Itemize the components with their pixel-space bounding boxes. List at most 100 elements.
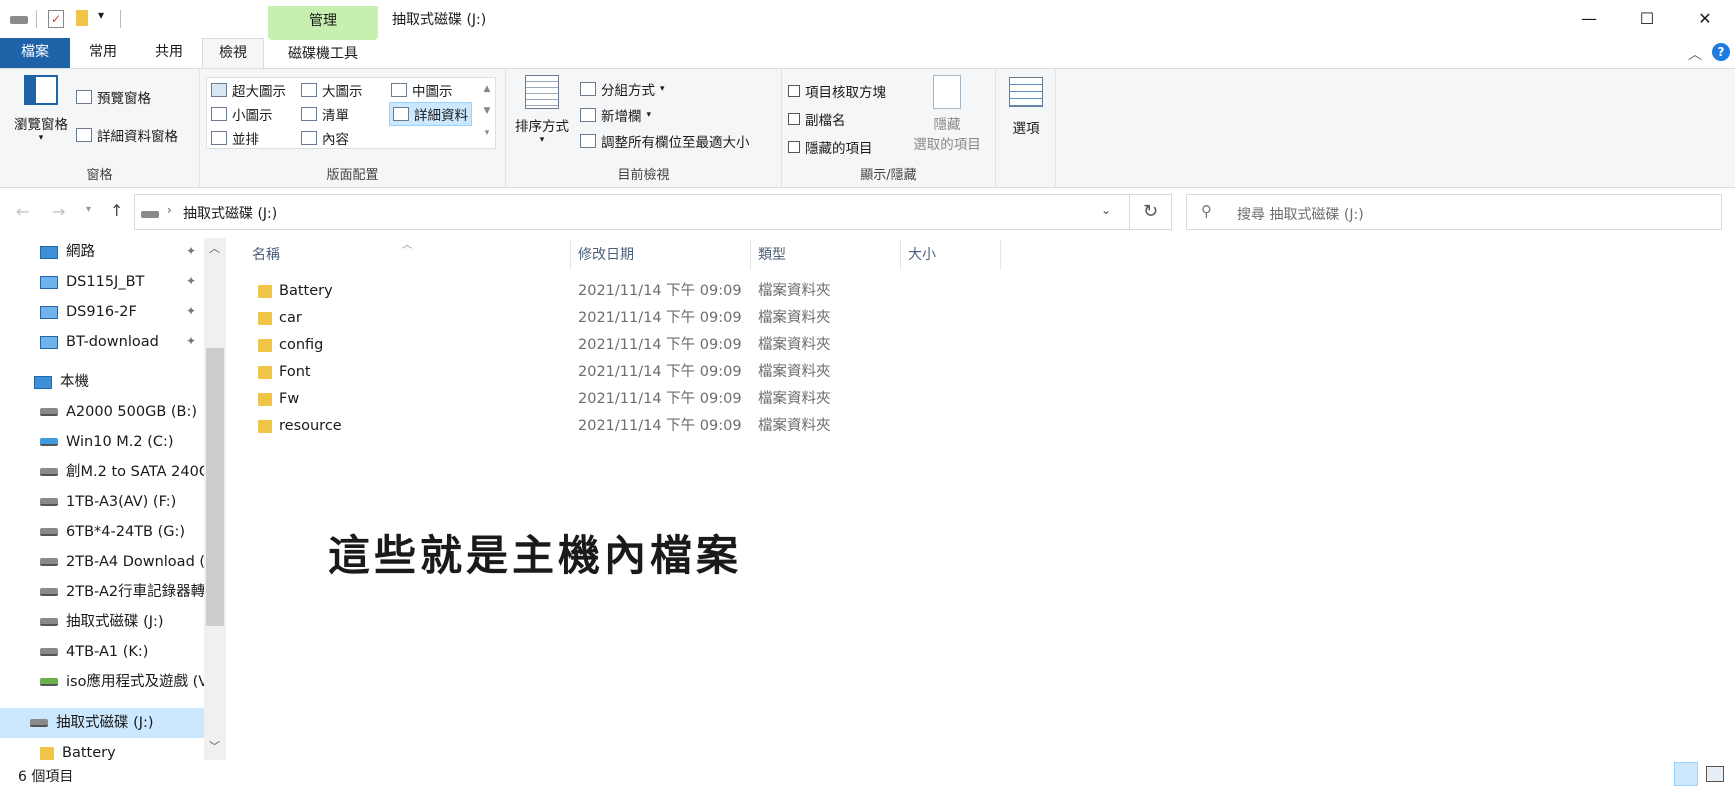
table-row[interactable]: Battery 2021/11/14 下午 09:09 檔案資料夾 [250,278,850,305]
nav-item-drive-j[interactable]: 抽取式磁碟 (J:) [40,608,164,636]
nav-item-drive-a2[interactable]: 2TB-A2行車記錄器轉 [40,578,205,606]
table-row[interactable]: resource 2021/11/14 下午 09:09 檔案資料夾 [250,413,850,440]
pin-icon[interactable]: ✦ [186,334,196,348]
nav-item-drive-c[interactable]: Win10 M.2 (C:) [40,428,174,456]
table-row[interactable]: Fw 2021/11/14 下午 09:09 檔案資料夾 [250,386,850,413]
folder-icon [258,393,272,406]
nav-item-drive-i[interactable]: 2TB-A4 Download (I [40,548,209,576]
scrollbar-thumb[interactable] [206,348,224,626]
nav-item-battery[interactable]: Battery [40,739,116,760]
nav-item-label: 本機 [60,374,89,390]
nav-item-bt-download[interactable]: BT-download [40,328,159,356]
gallery-scroll[interactable]: ▲ ▼ ▾ [479,78,495,148]
column-header-name[interactable]: 名稱 [252,240,280,270]
layout-list[interactable]: 清單 [301,104,349,124]
properties-icon[interactable]: ✓ [48,10,64,28]
details-pane-button[interactable]: 詳細資料窗格 [76,125,178,145]
nav-item-ds115j[interactable]: DS115J_BT [40,268,144,296]
column-header-size[interactable]: 大小 [908,240,936,270]
close-button[interactable]: ✕ [1676,0,1734,38]
help-icon[interactable]: ? [1712,43,1730,61]
minimize-button[interactable]: — [1560,0,1618,38]
column-divider[interactable] [900,240,901,270]
table-row[interactable]: config 2021/11/14 下午 09:09 檔案資料夾 [250,332,850,359]
search-placeholder: 搜尋 抽取式磁碟 (J:) [1237,207,1364,223]
column-header-date[interactable]: 修改日期 [578,240,634,270]
address-bar[interactable]: › 抽取式磁碟 (J:) ⌄ [134,194,1130,230]
nav-item-ds916[interactable]: DS916-2F [40,298,137,326]
pin-icon[interactable]: ✦ [186,274,196,288]
up-icon[interactable]: ↑ [110,201,123,220]
nav-item-label: 創M.2 to SATA 240G [66,464,211,480]
pin-icon[interactable]: ✦ [186,304,196,318]
options-icon [1009,77,1043,107]
maximize-button[interactable]: ☐ [1618,0,1676,38]
hidden-items-toggle[interactable]: 隱藏的項目 [788,137,873,157]
back-icon[interactable]: ← [16,202,29,221]
nav-item-drive-f[interactable]: 1TB-A3(AV) (F:) [40,488,176,516]
tab-file[interactable]: 檔案 [0,38,70,68]
file-extensions-toggle[interactable]: 副檔名 [788,109,846,129]
hide-selected-button[interactable]: 隱藏 選取的項目 [902,75,992,153]
address-dropdown-icon[interactable]: ⌄ [1101,203,1111,217]
nav-pane-button[interactable]: 瀏覽窗格 ▾ [8,75,74,157]
size-columns-button[interactable]: 調整所有欄位至最適大小 [580,131,750,151]
pin-icon[interactable]: ✦ [186,244,196,258]
nav-item-drive-v[interactable]: iso應用程式及遊戲 (V [40,668,208,696]
ribbon-collapse-icon[interactable]: ︿ [1688,44,1702,64]
checkbox[interactable] [788,141,800,153]
manage-tab[interactable]: 管理 [268,6,378,38]
group-label: 目前檢視 [617,168,670,183]
nav-item-network[interactable]: 網路 [40,238,95,266]
search-input[interactable]: ⚲ 搜尋 抽取式磁碟 (J:) [1186,194,1722,230]
scroll-down-icon[interactable]: ﹀ [209,738,220,754]
table-row[interactable]: Font 2021/11/14 下午 09:09 檔案資料夾 [250,359,850,386]
details-view-icon[interactable] [1674,762,1698,786]
checkbox[interactable] [788,85,800,97]
checkbox[interactable] [788,113,800,125]
table-row[interactable]: car 2021/11/14 下午 09:09 檔案資料夾 [250,305,850,332]
nav-item-drive-k[interactable]: 4TB-A1 (K:) [40,638,148,666]
computer-icon [34,375,52,389]
layout-extra-large-icons[interactable]: 超大圖示 [211,80,286,100]
refresh-icon[interactable]: ↻ [1130,194,1172,230]
options-button[interactable]: 選項 [1002,77,1050,137]
tab-home[interactable]: 常用 [80,38,126,68]
layout-medium-icons[interactable]: 中圖示 [391,80,453,100]
layout-details[interactable]: 詳細資料 [389,102,472,126]
scroll-up-icon[interactable]: ︿ [209,240,220,256]
quick-access-dropdown-icon[interactable]: ▾ [98,8,104,28]
nav-item-label: DS115J_BT [66,274,145,290]
recent-locations-icon[interactable]: ▾ [86,204,91,215]
layout-content[interactable]: 內容 [301,128,349,148]
column-divider[interactable] [570,240,571,270]
layout-small-icons[interactable]: 小圖示 [211,104,273,124]
forward-icon[interactable]: → [52,202,65,221]
group-by-button[interactable]: 分組方式 ▾ [580,79,665,99]
large-icons-view-icon[interactable] [1706,766,1724,782]
breadcrumb[interactable]: 抽取式磁碟 (J:) [183,203,277,223]
column-header-type[interactable]: 類型 [758,240,786,270]
sort-by-button[interactable]: 排序方式 ▾ [512,75,572,145]
nav-item-removable-j[interactable]: 抽取式磁碟 (J:) [30,709,154,737]
address-row: ← → ▾ ↑ › 抽取式磁碟 (J:) ⌄ ↻ ⚲ 搜尋 抽取式磁碟 (J:) [0,188,1735,238]
tab-drive-tools[interactable]: 磁碟機工具 [270,38,376,68]
add-columns-button[interactable]: 新增欄 ▾ [580,105,651,125]
item-checkboxes-toggle[interactable]: 項目核取方塊 [788,81,886,101]
column-divider[interactable] [1000,240,1001,270]
nav-item-this-pc[interactable]: 本機 [34,368,89,396]
new-folder-icon[interactable] [76,10,88,26]
preview-pane-button[interactable]: 預覽窗格 [76,87,151,107]
nav-item-drive-b[interactable]: A2000 500GB (B:) [40,398,197,426]
nav-item-drive-m2[interactable]: 創M.2 to SATA 240G [40,458,210,486]
breadcrumb-chevron-icon[interactable]: › [167,203,172,217]
column-divider[interactable] [750,240,751,270]
hide-selected-label: 選取的項目 [913,137,981,153]
group-label: 版面配置 [326,168,379,183]
layout-large-icons[interactable]: 大圖示 [301,80,363,100]
layout-tiles[interactable]: 並排 [211,128,259,148]
nav-item-drive-g[interactable]: 6TB*4-24TB (G:) [40,518,185,546]
tab-share[interactable]: 共用 [146,38,192,68]
tab-view[interactable]: 檢視 [202,38,264,68]
sort-icon [525,75,559,109]
